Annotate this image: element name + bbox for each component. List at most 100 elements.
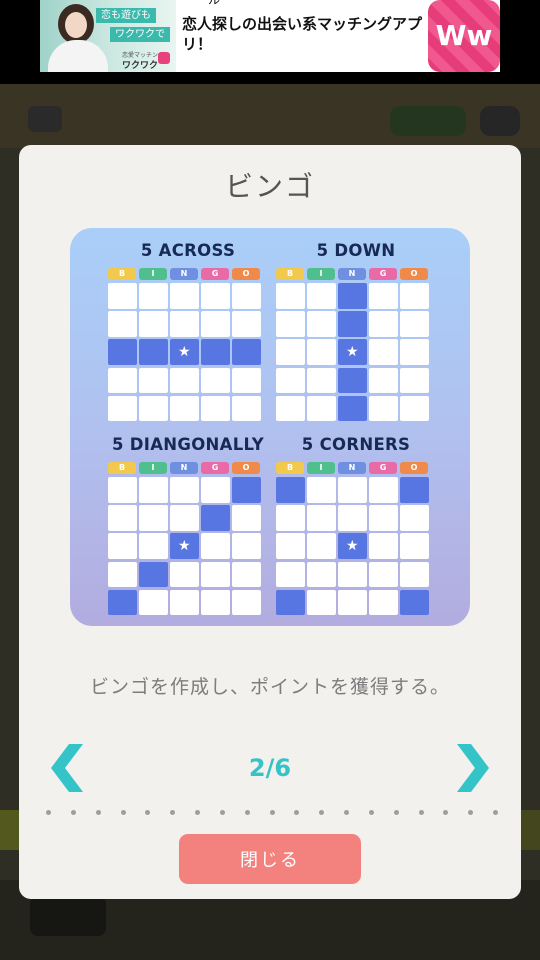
bingo-cell [276,367,305,394]
next-page-button[interactable] [451,740,491,796]
page-dot [393,810,399,815]
bingo-cell [108,395,137,422]
bingo-cell [139,505,168,531]
page-dot [70,810,76,815]
bingo-cell [338,561,367,588]
bingo-cell [108,311,137,337]
bingo-cell-center: ★ [170,339,199,365]
bingo-header-letter: G [201,462,229,474]
bingo-cell [276,505,305,531]
page-indicator: 2/6 [248,754,292,782]
bingo-header: BINGO [108,268,268,281]
bingo-cell [369,477,398,503]
bingo-cell [108,283,137,309]
bingo-cell [170,477,199,503]
side-strip-right [518,810,540,850]
bingo-cell [307,561,336,588]
bingo-cell [276,561,305,588]
bingo-cell-center: ★ [338,533,367,559]
page-dot [170,810,176,815]
bingo-cell [170,283,199,309]
bingo-cell [307,395,336,422]
bingo-cell [369,283,398,309]
bingo-cell-center: ★ [338,339,367,365]
bingo-header: BINGO [276,462,436,475]
bingo-cell [400,395,429,422]
bingo-cell-filled [338,395,367,422]
bingo-cell [369,367,398,394]
bingo-cell-filled [232,339,261,365]
bingo-header-letter: N [170,462,198,474]
bingo-grid: ★ [108,283,268,423]
ad-tagline-1: 恋も遊びも [96,8,156,23]
bingo-cell [307,589,336,616]
dialog-title: ビンゴ [224,170,315,203]
pattern-label: 5 DIANGONALLY [111,435,265,454]
bingo-cell [201,477,230,503]
bingo-cell [400,561,429,588]
bingo-header-letter: I [307,462,335,474]
bingo-cell-filled [201,339,230,365]
bingo-cell [170,311,199,337]
game-top-bar-dimmed [0,84,540,148]
page-dot [294,810,300,815]
page-dot [319,810,325,815]
bingo-cell-center: ★ [170,533,199,559]
bingo-cell [108,561,137,588]
bingo-header-letter: G [201,268,229,280]
bingo-header-letter: G [369,462,397,474]
bingo-grid: ★ [276,477,436,617]
bingo-header: BINGO [276,268,436,281]
settings-icon [480,106,520,136]
bingo-cell [139,477,168,503]
bingo-cell [232,505,261,531]
bingo-cell [139,533,168,559]
bingo-cell [170,395,199,422]
ad-title-cut: ルー [208,0,233,7]
bingo-cell [276,283,305,309]
star-icon: ★ [345,538,359,555]
ad-banner-bar: 恋も遊びも ワクワクで 恋愛マッチング ワクワク ルー 恋人探しの出会い系マッチ… [0,0,540,84]
bingo-cell [307,533,336,559]
bingo-header-letter: O [400,268,428,280]
page-dot [145,810,151,815]
bingo-cell [232,395,261,422]
ad-brand-mini-logo [158,52,170,64]
close-button[interactable]: 閉じる [179,834,361,884]
bingo-cell-filled [108,339,137,365]
bingo-header-letter: B [108,462,136,474]
pattern-label: 5 ACROSS [140,241,236,260]
page-dot [368,810,374,815]
bingo-header-letter: I [139,462,167,474]
bingo-header-letter: O [400,462,428,474]
bingo-header-letter: B [276,268,304,280]
bingo-cell [369,561,398,588]
bingo-cell [232,367,261,394]
menu-icon [28,106,62,132]
bingo-cell [338,477,367,503]
page-dot [244,810,250,815]
page-dot [493,810,498,815]
ad-banner[interactable]: 恋も遊びも ワクワクで 恋愛マッチング ワクワク ルー 恋人探しの出会い系マッチ… [40,0,500,72]
page-dot [46,810,51,815]
pattern-label: 5 CORNERS [301,435,411,454]
bingo-cell [201,561,230,588]
page-dot [95,810,101,815]
bingo-cell [232,533,261,559]
bingo-help-dialog: ビンゴ 5 ACROSS B I N G O ★ 5 DOWN B I N G O ★ 5 DIANGONA… [19,145,521,899]
bingo-cell-filled [139,339,168,365]
bingo-cell-filled [338,367,367,394]
star-icon: ★ [177,344,191,361]
bingo-cell [170,367,199,394]
bingo-cell-filled [338,283,367,309]
ad-app-logo: Ww [428,0,500,72]
dialog-description: ビンゴを作成し、ポイントを獲得する。 [89,676,450,698]
bingo-header-letter: I [139,268,167,280]
bingo-cell [201,533,230,559]
page-dot [219,810,225,815]
bingo-cell-filled [276,589,305,616]
bingo-cell [338,589,367,616]
page-dot [120,810,126,815]
ad-tagline-2: ワクワクで [110,27,170,42]
bingo-cell-filled [201,505,230,531]
